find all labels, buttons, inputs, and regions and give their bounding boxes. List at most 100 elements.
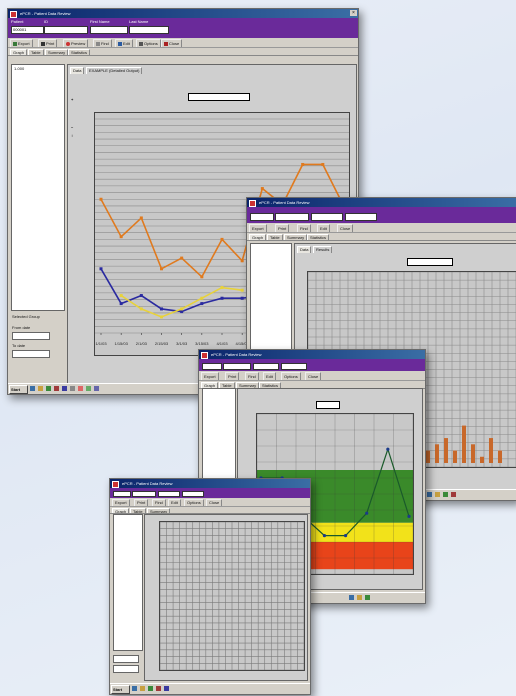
taskbar-app-icon[interactable] (148, 686, 153, 691)
taskbar-app-icon[interactable] (54, 386, 59, 391)
window-titlebar[interactable]: ePCR - Patient Data Review (110, 479, 310, 488)
pan-icon[interactable]: ↕ (71, 133, 73, 138)
window-titlebar[interactable]: ePCR - Patient Data Review × (8, 9, 358, 18)
data-point (365, 511, 369, 515)
tab-table[interactable]: Table (28, 49, 44, 55)
taskbar-app-icon[interactable] (78, 386, 83, 391)
last-name-field[interactable] (345, 213, 377, 221)
print-button[interactable]: Print (38, 39, 58, 47)
taskbar-app-icon[interactable] (70, 386, 75, 391)
list-item[interactable]: 1-000 (14, 66, 24, 71)
patient-field[interactable] (202, 363, 222, 370)
zoom-in-icon[interactable]: + (71, 97, 73, 102)
print-button[interactable]: Print (275, 224, 290, 232)
options-button[interactable]: Options (184, 499, 204, 506)
preview-button[interactable]: Preview (63, 39, 89, 47)
start-button[interactable]: Start (9, 385, 28, 394)
find-button[interactable]: Find (152, 499, 166, 506)
id-field[interactable] (275, 213, 309, 221)
taskbar-app-icon[interactable] (38, 386, 43, 391)
close-window-button[interactable]: × (350, 10, 357, 16)
data-point (220, 286, 224, 290)
record-list[interactable]: 1-000 (11, 64, 65, 311)
start-button[interactable]: Start (111, 685, 130, 694)
record-list[interactable] (113, 514, 143, 651)
tab-graph[interactable]: Graph (249, 234, 267, 240)
edit-button[interactable]: Edit (115, 39, 133, 47)
patient-field[interactable]: 000001 (11, 26, 44, 34)
print-button[interactable]: Print (225, 372, 240, 380)
id-field[interactable] (223, 363, 251, 370)
taskbar-app-icon[interactable] (349, 595, 354, 600)
export-button[interactable]: Export (112, 499, 130, 506)
x-tick-label: 3/15/03 (195, 341, 209, 346)
taskbar-app-icon[interactable] (365, 595, 370, 600)
record-list[interactable] (202, 388, 236, 490)
chart-tab-example[interactable]: EXAMPLE (Detailed Output) (86, 67, 143, 74)
from-date-field[interactable] (12, 332, 50, 340)
print-icon (41, 41, 45, 46)
taskbar-app-icon[interactable] (140, 686, 145, 691)
first-name-field[interactable] (311, 213, 343, 221)
options-button[interactable]: Options (281, 372, 301, 380)
find-button[interactable]: Find (297, 224, 311, 232)
tab-table[interactable]: Table (267, 234, 283, 240)
last-name-field[interactable] (182, 491, 204, 497)
record-list[interactable] (250, 243, 292, 355)
taskbar-app-icon[interactable] (156, 686, 161, 691)
to-date-field[interactable] (113, 665, 139, 673)
edit-button[interactable]: Edit (263, 372, 276, 380)
export-button[interactable]: Export (201, 372, 219, 380)
export-button[interactable]: Export (249, 224, 267, 232)
patient-field[interactable] (113, 491, 131, 497)
chart-tab-data[interactable]: Data (70, 67, 85, 74)
taskbar-app-icon[interactable] (62, 386, 67, 391)
find-button[interactable]: Find (245, 372, 259, 380)
close-button[interactable]: Close (206, 499, 223, 506)
taskbar-app-icon[interactable] (443, 492, 448, 497)
zoom-out-icon[interactable]: − (71, 125, 73, 130)
from-date-field[interactable] (113, 655, 139, 663)
print-button[interactable]: Print (134, 499, 149, 506)
taskbar-app-icon[interactable] (94, 386, 99, 391)
export-button[interactable]: Export (10, 39, 33, 47)
options-button[interactable]: Options (136, 39, 161, 47)
taskbar-app-icon[interactable] (164, 686, 169, 691)
taskbar-app-icon[interactable] (46, 386, 51, 391)
patient-field[interactable] (250, 213, 274, 221)
close-button[interactable]: Close (161, 39, 183, 47)
to-date-field[interactable] (12, 350, 50, 358)
taskbar-app-icon[interactable] (30, 386, 35, 391)
tab-summary[interactable]: Summary (284, 234, 308, 240)
id-field[interactable] (132, 491, 156, 497)
chart-tab-results[interactable]: Results (313, 246, 333, 253)
taskbar-app-icon[interactable] (132, 686, 137, 691)
first-name-field[interactable] (158, 491, 180, 497)
taskbar-app-icon[interactable] (427, 492, 432, 497)
patient-id-value: 000001 (13, 27, 27, 32)
window-titlebar[interactable]: ePCR - Patient Data Review (247, 198, 516, 207)
data-point (160, 307, 163, 311)
find-button[interactable]: Find (93, 39, 112, 47)
patient-header (199, 359, 425, 371)
window-titlebar[interactable]: ePCR - Patient Data Review (199, 350, 425, 359)
taskbar-app-icon[interactable] (86, 386, 91, 391)
x-tick-label: 3/1/03 (176, 341, 188, 346)
tab-summary[interactable]: Summary (45, 49, 69, 55)
tab-statistics[interactable]: Statistics (307, 234, 330, 240)
chart-tab-data[interactable]: Data (297, 246, 312, 253)
first-name-field[interactable] (90, 26, 128, 34)
last-name-field[interactable] (129, 26, 169, 34)
tab-graph[interactable]: Graph (10, 49, 28, 55)
taskbar-app-icon[interactable] (435, 492, 440, 497)
id-field[interactable] (44, 26, 88, 34)
edit-button[interactable]: Edit (317, 224, 330, 232)
close-button[interactable]: Close (337, 224, 354, 232)
close-button[interactable]: Close (305, 372, 322, 380)
first-name-field[interactable] (253, 363, 279, 370)
tab-statistics[interactable]: Statistics (68, 49, 91, 55)
edit-button[interactable]: Edit (168, 499, 181, 506)
last-name-field[interactable] (281, 363, 307, 370)
taskbar-app-icon[interactable] (357, 595, 362, 600)
taskbar-app-icon[interactable] (451, 492, 456, 497)
